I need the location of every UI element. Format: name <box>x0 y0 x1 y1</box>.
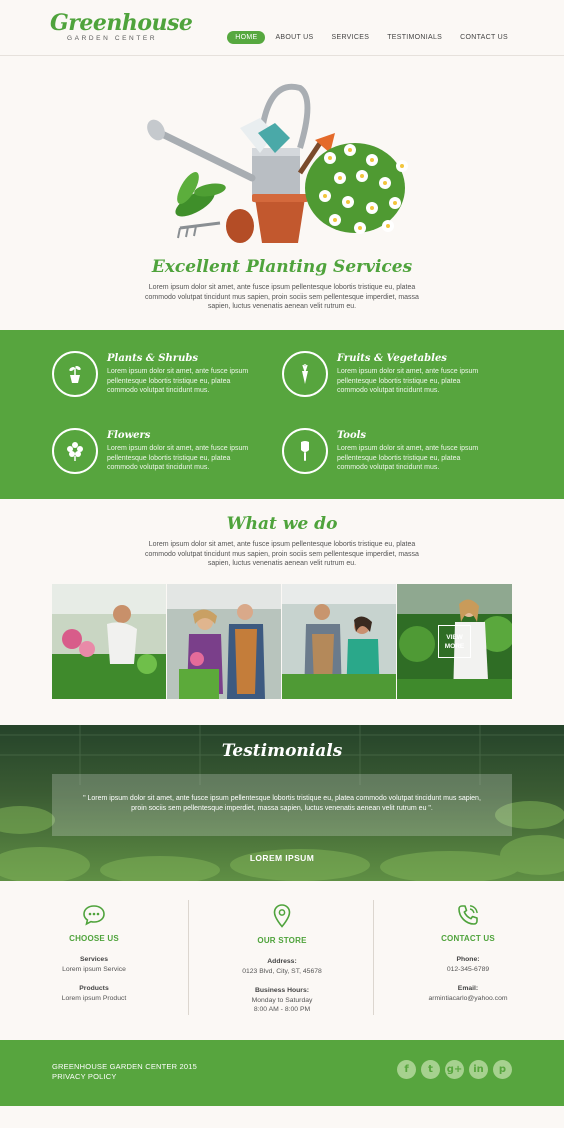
services-label: Services <box>80 956 108 963</box>
flower-icon <box>52 428 98 474</box>
testimonial-card: " Lorem ipsum dolor sit amet, ante fusce… <box>52 774 512 836</box>
nav-home[interactable]: HOME <box>227 31 266 44</box>
twitter-icon[interactable]: t <box>421 1060 440 1079</box>
service-title: Fruits & Vegetables <box>337 353 447 364</box>
business-hours-value: 8:00 AM - 8:00 PM <box>253 1006 311 1013</box>
service-title: Plants & Shrubs <box>107 353 198 364</box>
business-hours-label: Business Hours: <box>254 986 309 994</box>
view-more-button[interactable]: VIEW MORE <box>438 625 471 658</box>
testimonials-section: Testimonials " Lorem ipsum dolor sit ame… <box>0 725 564 881</box>
testimonials-title: Testimonials <box>221 741 343 761</box>
address-value: 0123 Blvd, City, ST, 45678 <box>242 968 322 975</box>
site-header: Greenhouse GARDEN CENTER HOME ABOUT US S… <box>0 0 564 56</box>
service-flowers[interactable]: Flowers Lorem ipsum dolor sit amet, ante… <box>52 428 282 478</box>
our-store-heading: OUR STORE <box>257 936 307 945</box>
service-text: Lorem ipsum dolor sit amet, ante fusce i… <box>337 368 479 395</box>
map-pin-icon <box>273 904 291 928</box>
service-fruits-vegetables[interactable]: Fruits & Vegetables Lorem ipsum dolor si… <box>282 351 512 401</box>
phone-label: Phone: <box>456 956 480 963</box>
garden-tools-illustration <box>147 83 408 243</box>
google-plus-icon[interactable]: g+ <box>445 1060 464 1079</box>
photo-gallery: VIEW MORE <box>52 584 512 699</box>
service-text: Lorem ipsum dolor sit amet, ante fusce i… <box>107 445 249 472</box>
social-links: f t g+ in p <box>397 1060 512 1079</box>
nav-testimonials[interactable]: TESTIMONIALS <box>379 31 450 44</box>
linkedin-icon[interactable]: in <box>469 1060 488 1079</box>
pinterest-icon[interactable]: p <box>493 1060 512 1079</box>
what-we-do-title: What we do <box>226 514 338 534</box>
nav-services[interactable]: SERVICES <box>324 31 378 44</box>
email-label: Email: <box>457 984 479 992</box>
logo-wordmark: Greenhouse <box>50 10 193 36</box>
nav-contact-us[interactable]: CONTACT US <box>452 31 516 44</box>
what-we-do-text: Lorem ipsum dolor sit amet, ante fusce i… <box>145 541 419 568</box>
logo-tagline: GARDEN CENTER <box>67 35 158 42</box>
testimonial-quote: " Lorem ipsum dolor sit amet, ante fusce… <box>83 795 481 812</box>
choose-us-heading: CHOOSE US <box>69 934 119 943</box>
phone-icon <box>458 905 478 925</box>
site-footer: GREENHOUSE GARDEN CENTER 2015 PRIVACY PO… <box>0 1040 564 1106</box>
nav-about-us[interactable]: ABOUT US <box>267 31 321 44</box>
service-plants-shrubs[interactable]: Plants & Shrubs Lorem ipsum dolor sit am… <box>52 351 282 401</box>
facebook-icon[interactable]: f <box>397 1060 416 1079</box>
email-value[interactable]: armintiacarlo@yahoo.com <box>374 994 562 1004</box>
logo[interactable]: Greenhouse GARDEN CENTER <box>50 10 193 42</box>
testimonial-author: LOREM IPSUM <box>249 853 315 863</box>
main-nav: HOME ABOUT US SERVICES TESTIMONIALS CONT… <box>225 31 516 44</box>
products-value: Lorem ipsum Product <box>61 994 127 1002</box>
footer-text: GREENHOUSE GARDEN CENTER 2015 PRIVACY PO… <box>52 1062 197 1082</box>
chat-bubble-icon <box>83 905 105 926</box>
gallery-photo[interactable] <box>167 584 282 699</box>
hero-text: Lorem ipsum dolor sit amet, ante fusce i… <box>145 284 419 311</box>
gallery-photo[interactable]: VIEW MORE <box>397 584 512 699</box>
service-title: Tools <box>337 430 367 441</box>
contact-us-heading: CONTACT US <box>441 934 495 943</box>
products-label: Products <box>79 984 109 992</box>
carrot-icon <box>282 351 328 397</box>
privacy-policy-link[interactable]: PRIVACY POLICY <box>52 1072 197 1082</box>
services-band: Plants & Shrubs Lorem ipsum dolor sit am… <box>0 330 564 499</box>
copyright-text: GREENHOUSE GARDEN CENTER 2015 <box>52 1062 198 1071</box>
gallery-photo[interactable] <box>282 584 397 699</box>
trowel-icon <box>282 428 328 474</box>
contact-us-column: CONTACT US Phone: 012-345-6789 Email: ar… <box>374 900 562 1015</box>
service-tools[interactable]: Tools Lorem ipsum dolor sit amet, ante f… <box>282 428 512 478</box>
gallery-photo[interactable] <box>52 584 167 699</box>
service-text: Lorem ipsum dolor sit amet, ante fusce i… <box>337 445 479 472</box>
services-value: Lorem ipsum Service <box>62 966 126 973</box>
service-title: Flowers <box>107 430 151 441</box>
hero-title: Excellent Planting Services <box>151 257 413 277</box>
phone-value[interactable]: 012-345-6789 <box>374 965 562 975</box>
service-text: Lorem ipsum dolor sit amet, ante fusce i… <box>107 368 249 395</box>
choose-us-column: CHOOSE US Services Lorem ipsum Service P… <box>0 900 188 1015</box>
potted-plant-icon <box>52 351 98 397</box>
business-days-value: Monday to Saturday <box>251 996 313 1004</box>
our-store-column: OUR STORE Address: 0123 Blvd, City, ST, … <box>188 900 376 1015</box>
address-label: Address: <box>267 958 297 965</box>
